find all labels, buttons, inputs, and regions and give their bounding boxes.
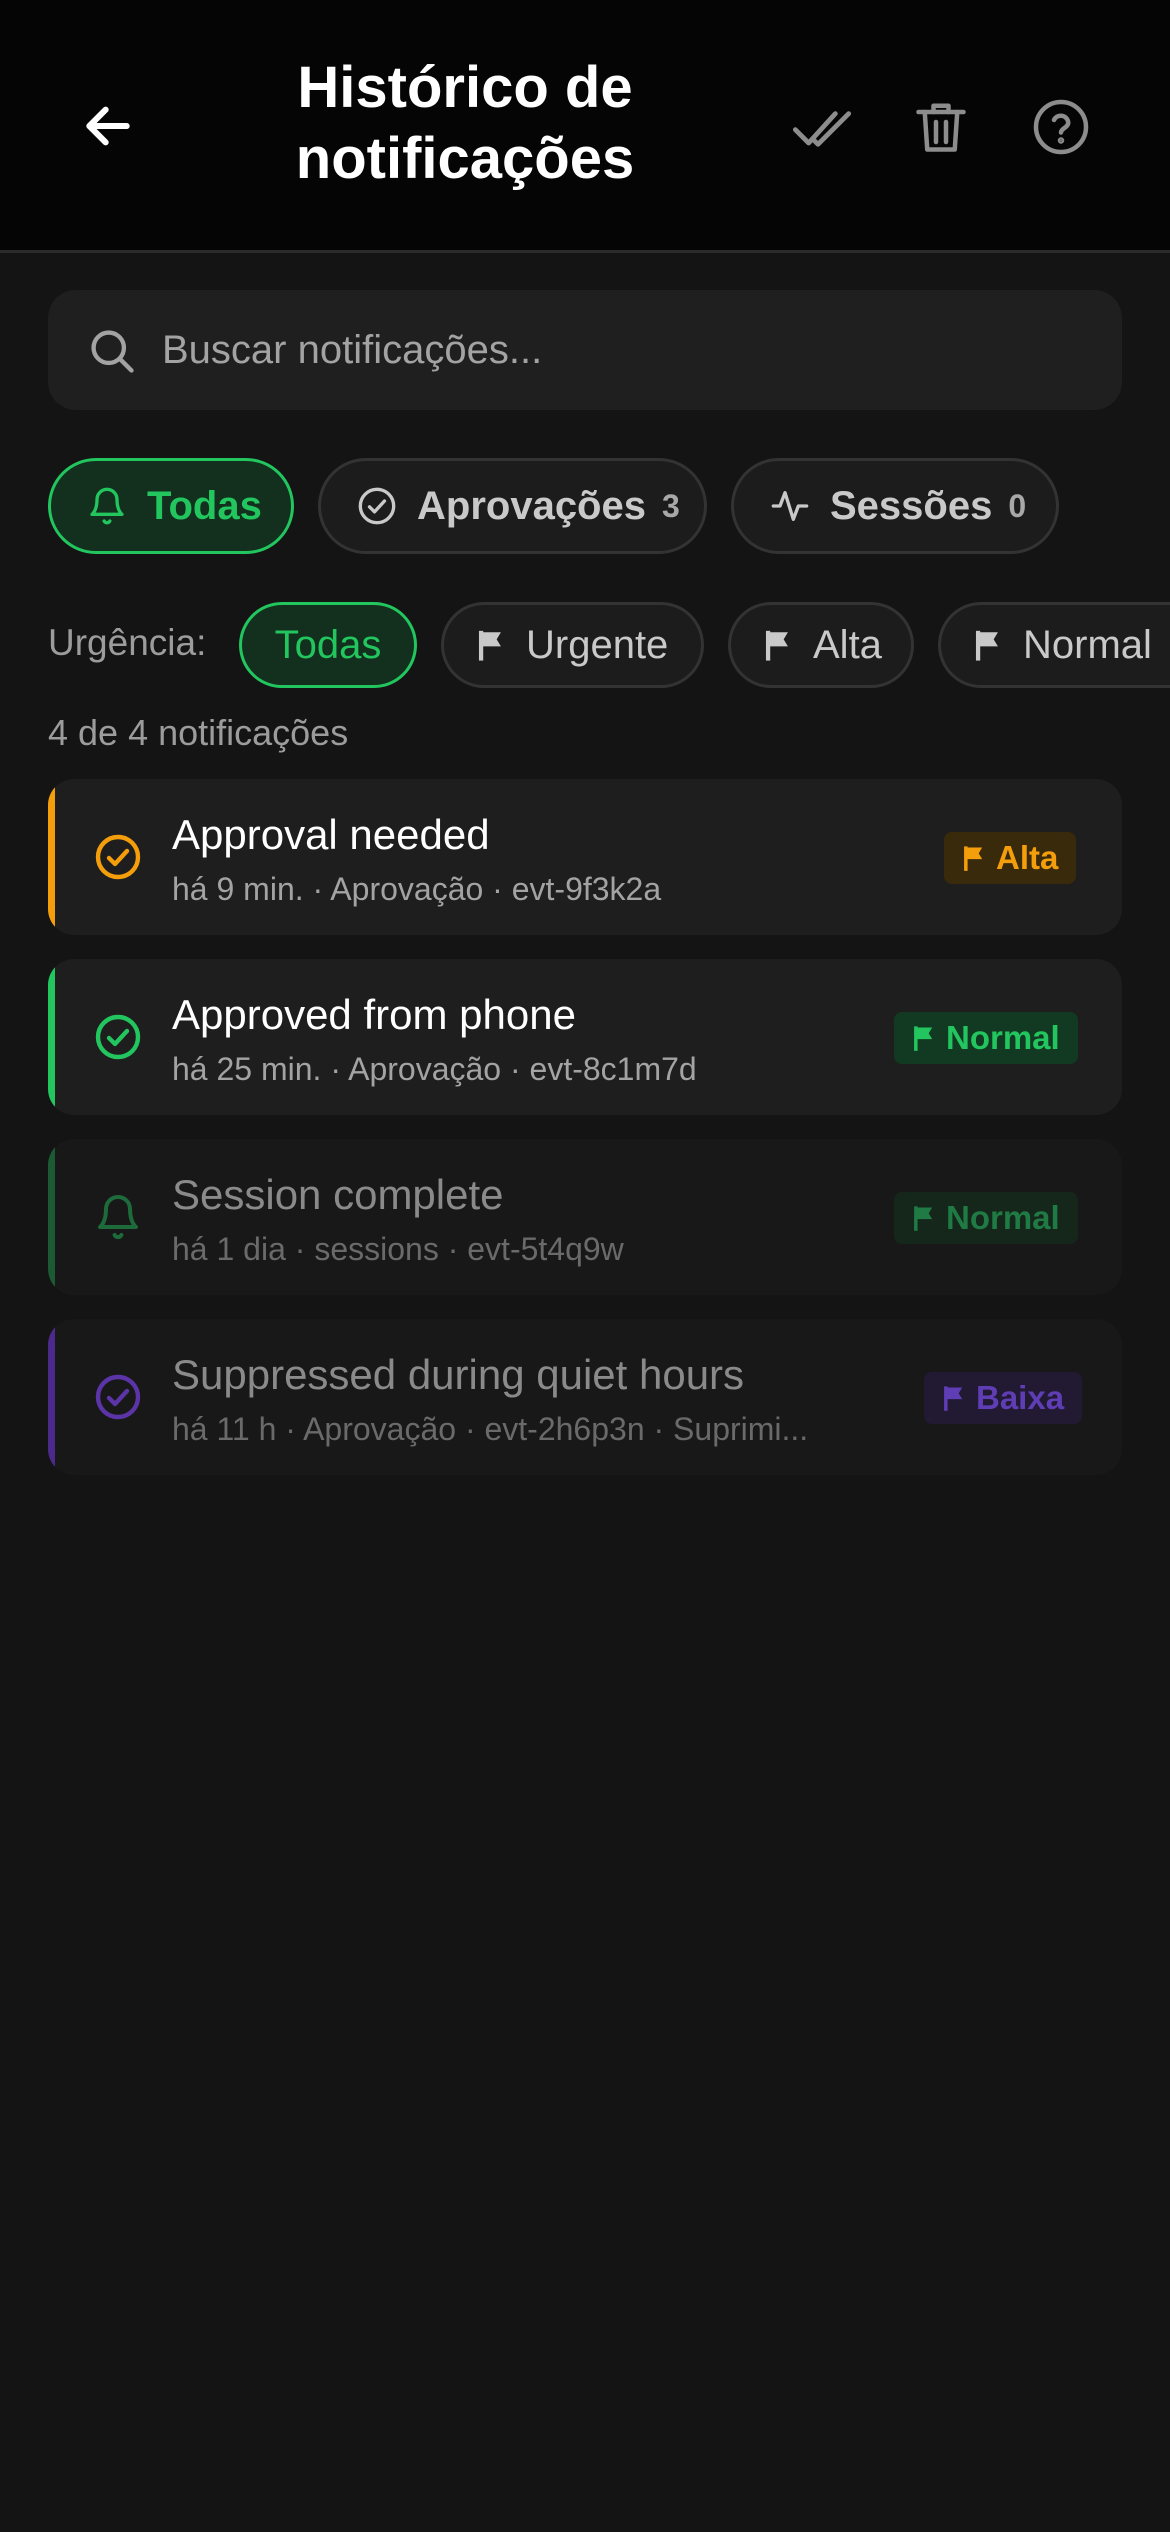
delete-all-button[interactable] xyxy=(906,92,976,162)
trash-icon xyxy=(916,103,966,152)
help-button[interactable] xyxy=(1026,92,1096,162)
flag-icon xyxy=(973,628,1003,662)
urgency-option-label: Normal xyxy=(1023,622,1152,667)
flag-icon xyxy=(476,628,506,662)
urgency-option-label: Alta xyxy=(813,622,882,667)
tab-todas[interactable]: Todas xyxy=(48,458,294,554)
flag-icon xyxy=(962,844,986,872)
check-circle-icon xyxy=(95,1014,141,1060)
priority-badge: Baixa xyxy=(924,1372,1083,1424)
help-circle-icon xyxy=(1033,99,1089,155)
urgency-indicator xyxy=(48,1139,55,1295)
tab-label: Todas xyxy=(147,483,262,528)
notification-card[interactable]: Session complete há 1 dia · sessions · e… xyxy=(48,1139,1122,1295)
flag-icon xyxy=(912,1024,936,1052)
arrow-left-icon xyxy=(86,106,130,146)
check-circle-icon xyxy=(357,486,397,526)
urgency-todas[interactable]: Todas xyxy=(239,602,417,688)
search-input[interactable] xyxy=(162,290,1082,410)
notification-card[interactable]: Approval needed há 9 min. · Aprovação · … xyxy=(48,779,1122,935)
tab-label: Sessões xyxy=(830,483,993,528)
urgency-indicator xyxy=(48,959,55,1115)
notification-meta: há 1 dia · sessions · evt-5t4q9w xyxy=(172,1231,624,1267)
urgency-urgente[interactable]: Urgente xyxy=(441,602,704,688)
tab-count: 3 xyxy=(661,487,680,524)
notification-title: Approval needed xyxy=(172,811,490,858)
priority-label: Normal xyxy=(946,1199,1060,1236)
notification-title: Suppressed during quiet hours xyxy=(172,1351,745,1398)
urgency-indicator xyxy=(48,779,55,935)
double-check-icon xyxy=(792,111,852,147)
results-count: 4 de 4 notificações xyxy=(48,712,349,753)
notification-title: Session complete xyxy=(172,1171,504,1218)
notification-card[interactable]: Approved from phone há 25 min. · Aprovaç… xyxy=(48,959,1122,1115)
priority-badge: Normal xyxy=(894,1192,1078,1244)
priority-badge: Normal xyxy=(894,1012,1078,1064)
check-circle-icon xyxy=(95,1374,141,1420)
search-icon xyxy=(91,330,134,373)
page-title: Histórico de notificações xyxy=(295,55,635,191)
notification-meta: há 25 min. · Aprovação · evt-8c1m7d xyxy=(172,1051,697,1087)
urgency-normal[interactable]: Normal xyxy=(938,602,1170,688)
urgency-option-label: Urgente xyxy=(526,622,669,667)
priority-label: Baixa xyxy=(976,1379,1065,1416)
app-header: Histórico de notificações xyxy=(0,0,1170,253)
priority-badge: Alta xyxy=(944,832,1077,884)
priority-label: Alta xyxy=(996,839,1059,876)
urgency-indicator xyxy=(48,1319,55,1475)
tab-label: Aprovações xyxy=(417,483,646,528)
bell-icon xyxy=(98,1195,138,1240)
notification-meta: há 11 h · Aprovação · evt-2h6p3n · Supri… xyxy=(172,1411,809,1447)
notification-title: Approved from phone xyxy=(172,991,576,1038)
tab-sessoes[interactable]: Sessões 0 xyxy=(731,458,1059,554)
priority-label: Normal xyxy=(946,1019,1060,1056)
back-button[interactable] xyxy=(72,90,144,162)
urgency-label: Urgência: xyxy=(48,622,207,663)
notification-meta: há 9 min. · Aprovação · evt-9f3k2a xyxy=(172,871,662,907)
urgency-alta[interactable]: Alta xyxy=(728,602,914,688)
bell-icon xyxy=(87,486,127,526)
flag-icon xyxy=(942,1384,966,1412)
tab-count: 0 xyxy=(1008,487,1027,524)
search-bar xyxy=(48,290,1122,410)
activity-icon xyxy=(770,486,810,526)
mark-all-read-button[interactable] xyxy=(787,92,857,162)
check-circle-icon xyxy=(95,834,141,880)
flag-icon xyxy=(912,1204,936,1232)
notification-card[interactable]: Suppressed during quiet hours há 11 h · … xyxy=(48,1319,1122,1475)
urgency-option-label: Todas xyxy=(274,622,382,667)
flag-icon xyxy=(763,628,793,662)
tab-aprovacoes[interactable]: Aprovações 3 xyxy=(318,458,707,554)
